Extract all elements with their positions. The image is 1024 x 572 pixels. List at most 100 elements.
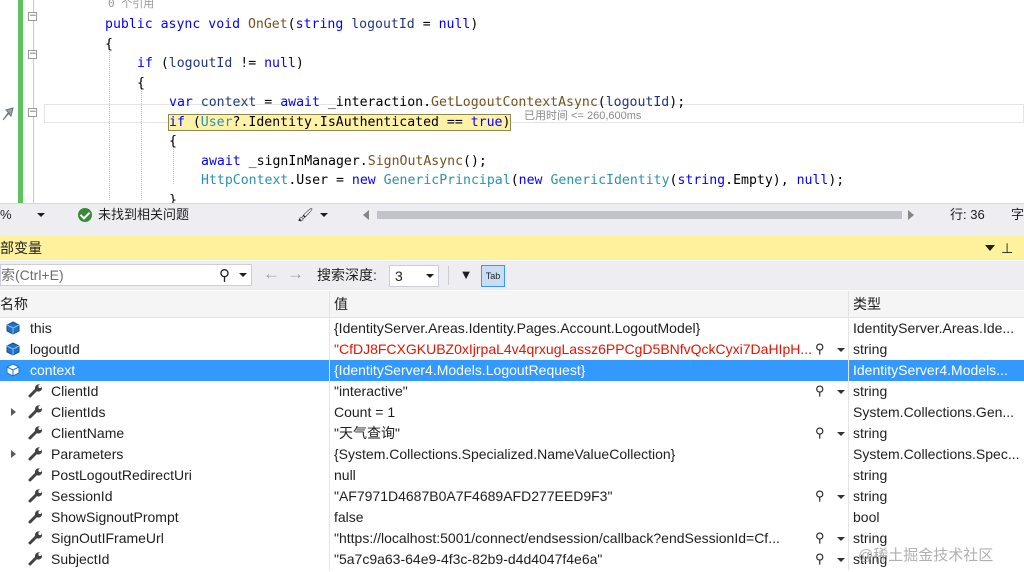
variable-value[interactable]: {IdentityServer.Areas.Identity.Pages.Acc… — [334, 318, 812, 339]
column-divider[interactable] — [329, 291, 330, 317]
variable-value[interactable]: "https://localhost:5001/connect/endsessi… — [334, 528, 812, 549]
column-header-type[interactable]: 类型 — [853, 291, 881, 317]
column-header-name[interactable]: 名称 — [0, 291, 28, 317]
chevron-down-icon[interactable] — [426, 274, 434, 278]
text-visualizer-icon[interactable]: ⚲ — [815, 550, 825, 568]
line-indicator[interactable]: 行: 36 — [950, 204, 985, 225]
code-token: 0 个引用 — [108, 0, 155, 10]
chevron-down-icon[interactable] — [837, 390, 845, 394]
variable-row[interactable]: ClientName "天气查询" ⚲ string — [0, 423, 1024, 444]
variable-row[interactable]: ClientIds Count = 1 System.Collections.Gen… — [0, 402, 1024, 423]
variable-row[interactable]: this {IdentityServer.Areas.Identity.Pages… — [0, 318, 1024, 339]
column-divider[interactable] — [848, 291, 849, 317]
expand-arrow-icon[interactable] — [11, 408, 16, 416]
collapse-toggle[interactable]: − — [28, 108, 37, 117]
code-line[interactable]: await _signInManager.SignOutAsync(); — [201, 152, 1024, 172]
variable-row[interactable]: PostLogoutRedirectUri null string — [0, 465, 1024, 486]
indent-guide — [141, 80, 143, 200]
chevron-down-icon[interactable] — [837, 432, 845, 436]
variable-row[interactable]: context {IdentityServer4.Models.LogoutReq… — [0, 360, 1024, 381]
text-visualizer-icon[interactable]: ⚲ — [815, 529, 825, 547]
scroll-left-icon[interactable] — [363, 210, 369, 220]
char-indicator[interactable]: 字 — [1011, 204, 1024, 225]
column-divider — [848, 528, 849, 549]
text-visualizer-icon[interactable]: ⚲ — [815, 382, 825, 400]
chevron-down-icon[interactable] — [239, 273, 247, 277]
code-line[interactable]: public async void OnGet(string logoutId … — [105, 15, 1024, 35]
search-icon[interactable]: ⚲ — [219, 266, 230, 284]
code-token: logoutId — [168, 56, 233, 71]
search-next-icon[interactable]: → — [287, 264, 304, 284]
variable-row[interactable]: logoutId "CfDJ8FCXGKUBZ0xIjrpaL4v4qrxugLa… — [0, 339, 1024, 360]
wrench-icon — [28, 510, 43, 524]
variable-row[interactable]: Parameters {System.Collections.Specialize… — [0, 444, 1024, 465]
chevron-down-icon[interactable] — [37, 213, 45, 217]
search-input[interactable]: 索(Ctrl+E) — [1, 265, 64, 285]
panel-title: 部变量 — [0, 240, 42, 256]
collapse-toggle[interactable]: − — [28, 12, 37, 21]
search-box[interactable]: 索(Ctrl+E) ⚲ — [0, 264, 252, 286]
code-line[interactable]: 0 个引用 — [108, 0, 1024, 14]
code-token: != — [232, 56, 265, 71]
variable-row[interactable]: SessionId "AF7971D4687B0A7F4689AFD277EED9… — [0, 486, 1024, 507]
chevron-down-icon[interactable] — [837, 348, 845, 352]
code-line[interactable]: { — [105, 35, 1024, 55]
perf-tip[interactable]: 已用时间 <= 260,600ms — [524, 107, 641, 123]
panel-splitter[interactable] — [0, 225, 1024, 236]
code-line[interactable]: { — [169, 132, 1024, 152]
variable-value[interactable]: null — [334, 465, 812, 486]
variable-value[interactable]: false — [334, 507, 812, 528]
variable-value[interactable]: "CfDJ8FCXGKUBZ0xIjrpaL4v4qrxugLassz6PPCg… — [334, 339, 812, 360]
scroll-right-icon[interactable] — [908, 210, 914, 220]
variable-value[interactable]: "AF7971D4687B0A7F4689AFD277EED9F3" — [334, 486, 812, 507]
text-visualizer-icon[interactable]: ⚲ — [815, 487, 825, 505]
variable-value[interactable]: {System.Collections.Specialized.NameValu… — [334, 444, 812, 465]
variable-value[interactable]: "天气查询" — [334, 423, 812, 444]
code-line[interactable]: HttpContext.User = new GenericPrincipal(… — [201, 171, 1024, 191]
code-token: string — [677, 173, 726, 188]
code-cleanup-brush-icon[interactable]: 🖌 — [297, 207, 314, 223]
code-token: if — [169, 114, 185, 130]
code-editor[interactable]: − − − 0 个引用 public async void OnGet(strin… — [0, 0, 1024, 203]
horizontal-scrollbar[interactable] — [377, 211, 902, 219]
code-token: context — [200, 95, 257, 110]
window-position-dropdown-icon[interactable] — [985, 245, 995, 251]
variable-type: System.Collections.Gen... — [853, 404, 1015, 420]
variable-row[interactable]: ClientId "interactive" ⚲ string — [0, 381, 1024, 402]
issues-status[interactable]: 未找到相关问题 — [78, 204, 189, 225]
tabular-view-icon[interactable]: Tab — [481, 265, 505, 287]
column-divider — [329, 360, 330, 381]
text-visualizer-icon[interactable]: ⚲ — [815, 340, 825, 358]
instruction-pointer-icon[interactable] — [2, 107, 14, 121]
search-previous-icon[interactable]: ← — [263, 264, 280, 284]
code-token: if — [137, 56, 153, 71]
variable-name: context — [30, 362, 76, 378]
variable-value[interactable]: "5a7c9a63-64e9-4f3c-82b9-d4d4047f4e6a" — [334, 549, 812, 570]
search-depth-select[interactable]: 3 — [389, 265, 439, 287]
variable-type: string — [853, 425, 888, 441]
code-token: null — [264, 56, 296, 71]
code-line[interactable]: } — [169, 191, 1024, 204]
code-token: ); — [669, 95, 686, 110]
collapse-toggle[interactable]: − — [28, 50, 37, 59]
text-visualizer-icon[interactable]: ⚲ — [815, 424, 825, 442]
code-line[interactable]: { — [137, 74, 1024, 94]
pin-icon[interactable]: ⊥ — [1001, 239, 1013, 257]
variable-row[interactable]: ShowSignoutPrompt false bool — [0, 507, 1024, 528]
filter-pin-icon[interactable]: ▼ — [456, 265, 476, 285]
column-header-value[interactable]: 值 — [334, 291, 348, 317]
chevron-down-icon[interactable] — [837, 558, 845, 562]
chevron-down-icon[interactable] — [837, 537, 845, 541]
column-divider — [848, 465, 849, 486]
variable-value[interactable]: Count = 1 — [334, 402, 812, 423]
code-line[interactable]: if (logoutId != null) — [137, 54, 1024, 74]
code-token: { — [105, 36, 113, 52]
chevron-down-icon[interactable] — [320, 213, 328, 217]
variable-value[interactable]: "interactive" — [334, 381, 812, 402]
chevron-down-icon[interactable] — [837, 495, 845, 499]
variable-value[interactable]: {IdentityServer4.Models.LogoutRequest} — [334, 360, 812, 381]
column-divider — [329, 507, 330, 528]
expand-arrow-icon[interactable] — [11, 450, 16, 458]
code-token: public — [105, 17, 153, 32]
code-token: GenericIdentity — [550, 173, 670, 188]
